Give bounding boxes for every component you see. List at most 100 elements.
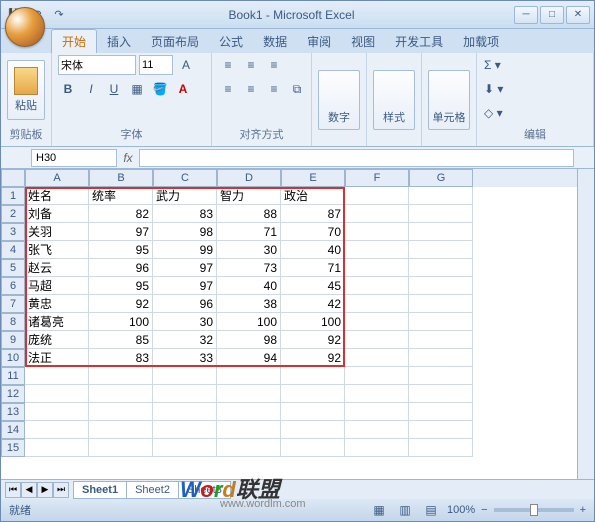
zoom-slider-handle[interactable] <box>530 504 538 516</box>
cell[interactable] <box>345 403 409 421</box>
cell[interactable] <box>345 439 409 457</box>
cell[interactable] <box>281 367 345 385</box>
tab-formulas[interactable]: 公式 <box>209 30 253 53</box>
cell[interactable]: 96 <box>89 259 153 277</box>
cell[interactable]: 94 <box>217 349 281 367</box>
cell[interactable]: 40 <box>281 241 345 259</box>
autosum-icon[interactable]: Σ ▾ <box>483 55 502 75</box>
cell[interactable] <box>345 277 409 295</box>
cell[interactable] <box>409 187 473 205</box>
tab-pagelayout[interactable]: 页面布局 <box>141 30 209 53</box>
cell[interactable]: 政治 <box>281 187 345 205</box>
cell[interactable] <box>345 349 409 367</box>
minimize-button[interactable]: ─ <box>514 6 538 24</box>
cell[interactable] <box>217 385 281 403</box>
bold-button[interactable]: B <box>58 79 78 99</box>
cell[interactable] <box>153 403 217 421</box>
cell[interactable]: 97 <box>89 223 153 241</box>
cell[interactable] <box>409 403 473 421</box>
tab-developer[interactable]: 开发工具 <box>385 30 453 53</box>
cell[interactable]: 82 <box>89 205 153 223</box>
cell[interactable]: 庞统 <box>25 331 89 349</box>
name-box[interactable]: H30 <box>31 149 117 167</box>
cell[interactable] <box>25 421 89 439</box>
view-normal-icon[interactable]: ▦ <box>369 500 389 520</box>
align-middle-icon[interactable]: ≡ <box>241 55 261 75</box>
cell[interactable]: 黄忠 <box>25 295 89 313</box>
vertical-scrollbar[interactable] <box>577 169 594 479</box>
cell[interactable] <box>345 331 409 349</box>
cell[interactable]: 83 <box>153 205 217 223</box>
cell[interactable] <box>25 439 89 457</box>
cell[interactable] <box>217 367 281 385</box>
cell[interactable] <box>409 313 473 331</box>
cell[interactable] <box>409 205 473 223</box>
cell[interactable]: 97 <box>153 259 217 277</box>
cells-button[interactable]: 单元格 <box>428 70 470 130</box>
view-break-icon[interactable]: ▤ <box>421 500 441 520</box>
cell[interactable] <box>25 385 89 403</box>
row-header[interactable]: 11 <box>1 367 25 385</box>
cell[interactable] <box>25 367 89 385</box>
cell[interactable]: 71 <box>281 259 345 277</box>
cell[interactable]: 32 <box>153 331 217 349</box>
cell[interactable] <box>153 439 217 457</box>
cell[interactable] <box>153 385 217 403</box>
font-name-select[interactable] <box>58 55 136 75</box>
cell[interactable] <box>409 277 473 295</box>
align-center-icon[interactable]: ≡ <box>241 79 261 99</box>
merge-icon[interactable]: ⧉ <box>287 79 307 99</box>
col-header[interactable]: D <box>217 169 281 187</box>
cell[interactable]: 85 <box>89 331 153 349</box>
cell[interactable] <box>345 259 409 277</box>
cell[interactable]: 姓名 <box>25 187 89 205</box>
cell[interactable] <box>217 439 281 457</box>
cell[interactable]: 92 <box>281 349 345 367</box>
tab-home[interactable]: 开始 <box>51 29 97 53</box>
cell[interactable] <box>153 421 217 439</box>
cell[interactable]: 100 <box>89 313 153 331</box>
cell[interactable] <box>281 385 345 403</box>
grow-font-icon[interactable]: A <box>176 55 196 75</box>
cell[interactable]: 30 <box>153 313 217 331</box>
cell[interactable]: 赵云 <box>25 259 89 277</box>
col-header[interactable]: A <box>25 169 89 187</box>
cell[interactable]: 88 <box>217 205 281 223</box>
cell[interactable]: 45 <box>281 277 345 295</box>
zoom-in-button[interactable]: + <box>580 504 586 516</box>
close-button[interactable]: ✕ <box>566 6 590 24</box>
cell[interactable]: 96 <box>153 295 217 313</box>
row-header[interactable]: 9 <box>1 331 25 349</box>
formula-input[interactable] <box>139 149 574 167</box>
cell[interactable] <box>409 439 473 457</box>
office-button[interactable] <box>5 7 45 47</box>
cell[interactable] <box>409 223 473 241</box>
italic-button[interactable]: I <box>81 79 101 99</box>
underline-button[interactable]: U <box>104 79 124 99</box>
col-header[interactable]: B <box>89 169 153 187</box>
cell[interactable]: 刘备 <box>25 205 89 223</box>
align-right-icon[interactable]: ≡ <box>264 79 284 99</box>
cell[interactable] <box>153 367 217 385</box>
cell[interactable] <box>345 367 409 385</box>
view-layout-icon[interactable]: ▥ <box>395 500 415 520</box>
sheet-nav-next[interactable]: ▶ <box>37 482 53 498</box>
cell[interactable]: 95 <box>89 241 153 259</box>
cell[interactable]: 98 <box>217 331 281 349</box>
cell[interactable] <box>345 295 409 313</box>
cell[interactable] <box>281 439 345 457</box>
cell[interactable]: 诸葛亮 <box>25 313 89 331</box>
cell[interactable] <box>89 385 153 403</box>
zoom-slider[interactable] <box>494 508 574 512</box>
cell[interactable] <box>25 403 89 421</box>
cell[interactable]: 38 <box>217 295 281 313</box>
align-top-icon[interactable]: ≡ <box>218 55 238 75</box>
cell[interactable] <box>281 421 345 439</box>
cell[interactable]: 83 <box>89 349 153 367</box>
maximize-button[interactable]: □ <box>540 6 564 24</box>
row-header[interactable]: 5 <box>1 259 25 277</box>
font-color-icon[interactable]: A <box>173 79 193 99</box>
col-header[interactable]: C <box>153 169 217 187</box>
row-header[interactable]: 15 <box>1 439 25 457</box>
cell[interactable] <box>89 421 153 439</box>
